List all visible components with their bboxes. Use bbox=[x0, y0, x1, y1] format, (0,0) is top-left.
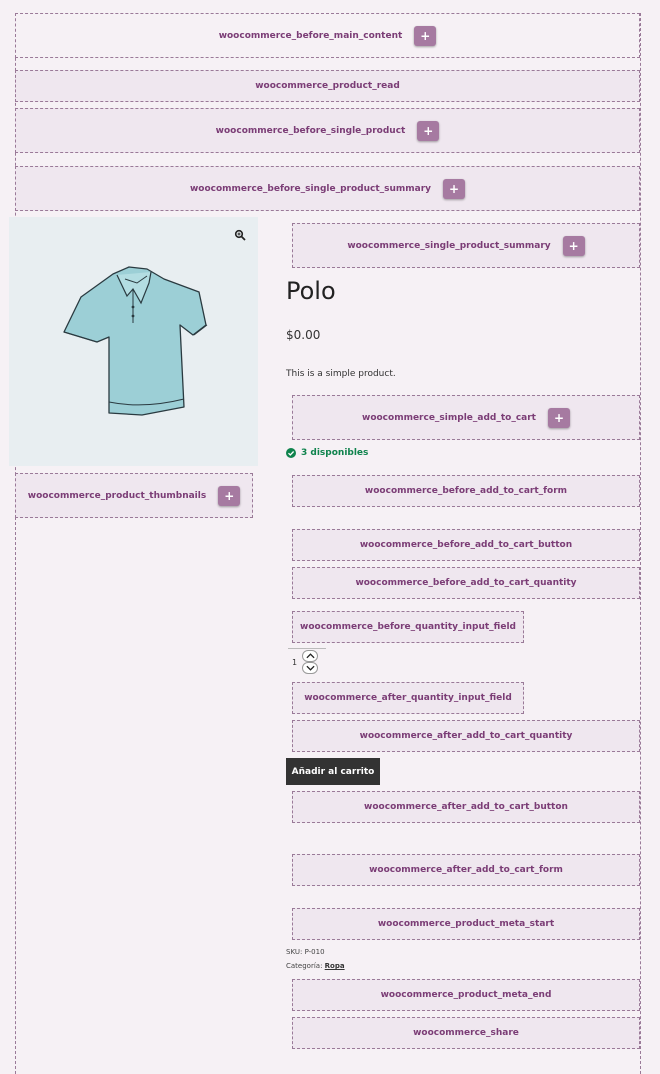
product-title: Polo bbox=[286, 277, 336, 305]
hook-before-quantity-input-field: woocommerce_before_quantity_input_field bbox=[292, 611, 524, 643]
hook-label: woocommerce_before_single_product bbox=[215, 125, 406, 136]
hook-label: woocommerce_after_add_to_cart_quantity bbox=[359, 731, 573, 741]
quantity-input[interactable]: 1 bbox=[288, 648, 326, 675]
hook-single-product-summary: woocommerce_single_product_summary + bbox=[292, 223, 640, 268]
hook-label: woocommerce_product_thumbnails bbox=[27, 490, 207, 501]
hook-after-add-to-cart-quantity: woocommerce_after_add_to_cart_quantity bbox=[292, 720, 640, 752]
chevron-up-icon[interactable] bbox=[302, 650, 318, 662]
hook-label: woocommerce_product_meta_start bbox=[377, 919, 555, 929]
hook-share: woocommerce_share bbox=[292, 1017, 640, 1049]
hook-product-meta-end: woocommerce_product_meta_end bbox=[292, 979, 640, 1011]
hook-before-add-to-cart-quantity: woocommerce_before_add_to_cart_quantity bbox=[292, 567, 640, 599]
hook-label: woocommerce_single_product_summary bbox=[347, 240, 551, 251]
quantity-value: 1 bbox=[292, 658, 298, 667]
check-icon bbox=[286, 448, 296, 458]
add-hook-button[interactable]: + bbox=[414, 25, 437, 46]
category-label: Categoría: bbox=[286, 962, 323, 970]
sku-value: P-010 bbox=[304, 948, 325, 956]
add-hook-button[interactable]: + bbox=[218, 485, 241, 506]
hook-after-add-to-cart-button: woocommerce_after_add_to_cart_button bbox=[292, 791, 640, 823]
hook-label: woocommerce_share bbox=[413, 1028, 519, 1038]
hook-before-single-product: woocommerce_before_single_product + bbox=[15, 108, 640, 153]
hook-label: woocommerce_simple_add_to_cart bbox=[362, 412, 536, 423]
hook-label: woocommerce_before_main_content bbox=[218, 30, 403, 41]
hook-label: woocommerce_product_read bbox=[255, 81, 400, 91]
hook-product-thumbnails: woocommerce_product_thumbnails + bbox=[15, 473, 253, 518]
stock-label: 3 disponibles bbox=[301, 448, 369, 458]
add-to-cart-button[interactable]: Añadir al carrito bbox=[286, 758, 380, 785]
product-description: This is a simple product. bbox=[286, 369, 396, 379]
product-sku: SKU: P-010 bbox=[286, 948, 325, 956]
product-category: Categoría: Ropa bbox=[286, 962, 345, 970]
hook-before-add-to-cart-form: woocommerce_before_add_to_cart_form bbox=[292, 475, 640, 507]
hook-label: woocommerce_before_add_to_cart_button bbox=[359, 540, 573, 550]
hook-after-add-to-cart-form: woocommerce_after_add_to_cart_form bbox=[292, 854, 640, 886]
hook-before-add-to-cart-button: woocommerce_before_add_to_cart_button bbox=[292, 529, 640, 561]
add-hook-button[interactable]: + bbox=[547, 407, 570, 428]
product-price: $0.00 bbox=[286, 328, 321, 342]
hook-label: woocommerce_after_add_to_cart_button bbox=[364, 802, 568, 812]
stock-status: 3 disponibles bbox=[286, 448, 368, 458]
hook-after-quantity-input-field: woocommerce_after_quantity_input_field bbox=[292, 682, 524, 714]
add-hook-button[interactable]: + bbox=[562, 235, 585, 256]
hook-before-main-content: woocommerce_before_main_content + bbox=[15, 13, 640, 58]
hook-label: woocommerce_after_add_to_cart_form bbox=[369, 865, 563, 875]
add-hook-button[interactable]: + bbox=[443, 178, 466, 199]
product-image[interactable] bbox=[9, 217, 258, 466]
hook-label: woocommerce_product_meta_end bbox=[380, 990, 552, 1000]
hook-simple-add-to-cart: woocommerce_simple_add_to_cart + bbox=[292, 395, 640, 440]
hook-product-read: woocommerce_product_read bbox=[15, 70, 640, 102]
polo-shirt-illustration bbox=[63, 266, 208, 416]
hook-label: woocommerce_before_add_to_cart_quantity bbox=[355, 578, 577, 588]
hook-before-single-product-summary: woocommerce_before_single_product_summar… bbox=[15, 166, 640, 211]
chevron-down-icon[interactable] bbox=[302, 662, 318, 674]
hook-label: woocommerce_before_add_to_cart_form bbox=[364, 486, 568, 496]
sku-label: SKU: bbox=[286, 948, 303, 956]
hook-label: woocommerce_before_quantity_input_field bbox=[300, 622, 516, 632]
category-link[interactable]: Ropa bbox=[325, 962, 345, 970]
add-hook-button[interactable]: + bbox=[417, 120, 440, 141]
hook-product-meta-start: woocommerce_product_meta_start bbox=[292, 908, 640, 940]
hook-label: woocommerce_before_single_product_summar… bbox=[189, 183, 432, 194]
hook-label: woocommerce_after_quantity_input_field bbox=[304, 693, 512, 703]
